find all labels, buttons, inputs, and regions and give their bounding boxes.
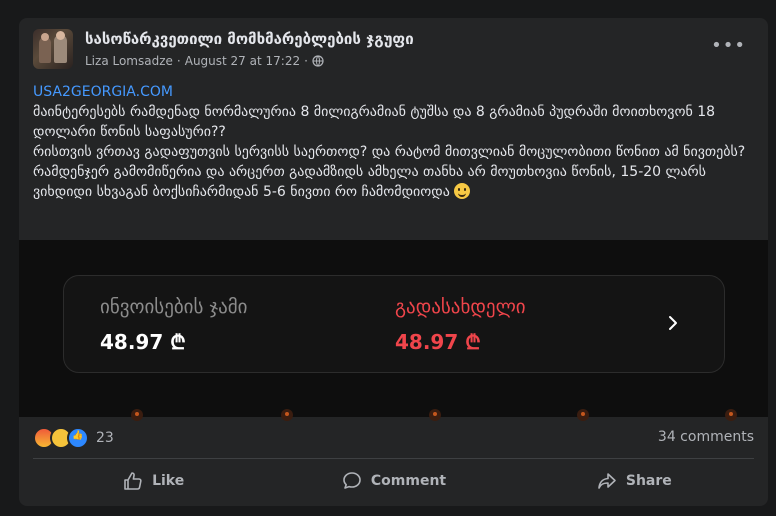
comments-count[interactable]: 34 comments xyxy=(658,429,754,445)
amount-due-label: გადასახდელი xyxy=(395,296,526,318)
status-dot xyxy=(429,409,441,421)
status-dot xyxy=(131,409,143,421)
share-button[interactable]: Share xyxy=(514,464,754,498)
like-reaction-icon xyxy=(67,427,89,449)
post-actions: Like Comment Share xyxy=(33,464,754,498)
post-body: USA2GEORGIA.COM მაინტერესებს რამდენად ნო… xyxy=(33,82,758,202)
comment-label: Comment xyxy=(370,473,447,489)
post-line-3: რამდენჯერ გამომიწერია და არცერთ გადამზიდ… xyxy=(33,164,706,200)
comment-icon xyxy=(343,472,361,489)
smile-emoji-icon xyxy=(454,183,471,199)
share-label: Share xyxy=(625,473,672,489)
post-line-2: რისთვის ვრთავ გადაფუთვის სერვისს საერთოდ… xyxy=(33,144,746,160)
invoice-total-label: ინვოისების ჯამი xyxy=(100,296,248,318)
share-icon xyxy=(598,473,616,489)
post-header: სასოწარკვეთილი მომხმარებლების ჯგუფი Liza… xyxy=(19,18,768,80)
chevron-right-icon xyxy=(669,316,677,330)
invoice-summary-card: ინვოისების ჯამი 48.97 ₾ გადასახდელი 48.9… xyxy=(63,275,725,373)
amount-due-value: 48.97 ₾ xyxy=(395,330,481,354)
status-dot xyxy=(281,409,293,421)
reactions-summary[interactable]: 23 xyxy=(33,426,114,450)
meta-separator-2: · xyxy=(304,54,308,68)
status-dot xyxy=(577,409,589,421)
invoice-total-amount: 48.97 ₾ xyxy=(100,330,186,354)
like-label: Like xyxy=(152,473,185,489)
group-name-link[interactable]: სასოწარკვეთილი მომხმარებლების ჯგუფი xyxy=(85,30,414,48)
post-meta: Liza Lomsadze · August 27 at 17:22 · xyxy=(85,54,324,68)
thumbs-up-icon xyxy=(124,472,142,490)
group-avatar[interactable] xyxy=(33,29,73,69)
status-dot xyxy=(725,409,737,421)
post-image[interactable]: ინვოისების ჯამი 48.97 ₾ გადასახდელი 48.9… xyxy=(19,240,768,421)
meta-separator: · xyxy=(176,54,181,68)
author-link[interactable]: Liza Lomsadze xyxy=(85,54,173,68)
comment-button[interactable]: Comment xyxy=(273,464,513,498)
like-button[interactable]: Like xyxy=(33,464,273,498)
post-timestamp[interactable]: August 27 at 17:22 xyxy=(185,54,300,68)
post-card: სასოწარკვეთილი მომხმარებლების ჯგუფი Liza… xyxy=(19,18,768,506)
divider xyxy=(33,458,754,459)
globe-icon xyxy=(312,55,324,67)
reaction-count[interactable]: 23 xyxy=(96,430,114,446)
status-dots-row xyxy=(19,405,768,421)
post-link[interactable]: USA2GEORGIA.COM xyxy=(33,82,758,102)
more-options-button[interactable]: ••• xyxy=(711,37,746,55)
post-line-3-wrap: რამდენჯერ გამომიწერია და არცერთ გადამზიდ… xyxy=(33,162,758,202)
post-line-1: მაინტერესებს რამდენად ნორმალურია 8 მილიგ… xyxy=(33,104,716,140)
